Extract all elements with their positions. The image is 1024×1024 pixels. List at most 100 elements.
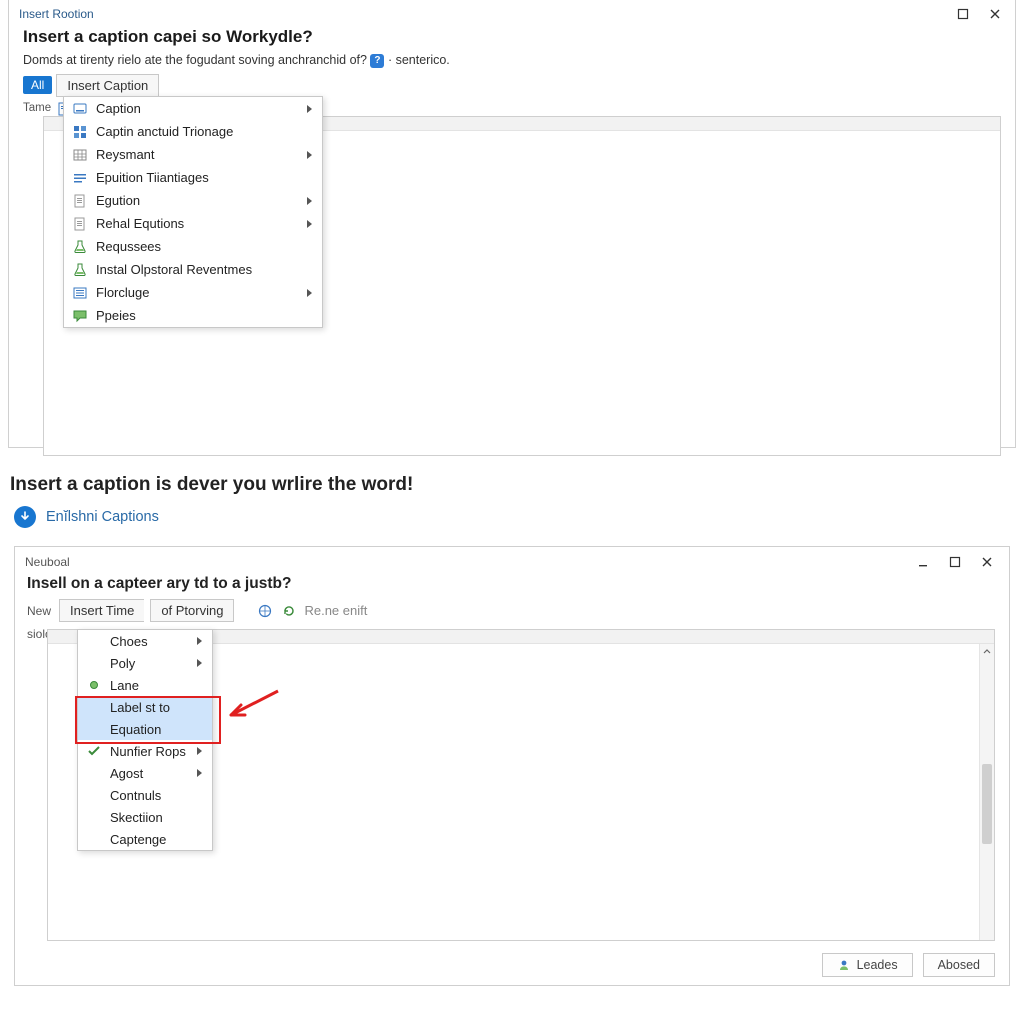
tab-of-ptorving[interactable]: of Ptorving xyxy=(150,599,234,622)
window-insert-caption: Insert Rootion Insert a caption capei so… xyxy=(8,0,1016,448)
chevron-right-icon xyxy=(197,637,202,645)
blank-icon xyxy=(86,787,102,803)
subtext-pre: Domds at tirenty rielo ate the fogudant … xyxy=(23,53,367,67)
menu-item[interactable]: Egution xyxy=(64,189,322,212)
person-icon xyxy=(837,958,851,972)
titlebar: Neuboal xyxy=(15,547,1009,573)
menu-item[interactable]: Nunfier Rops xyxy=(78,740,212,762)
tab-insert-caption[interactable]: Insert Caption xyxy=(56,74,159,97)
menu-item[interactable]: Florcluge xyxy=(64,281,322,304)
page-subtext: Domds at tirenty rielo ate the fogudant … xyxy=(9,51,1015,74)
scroll-thumb[interactable] xyxy=(982,764,992,844)
menu-item-label: Reysmant xyxy=(96,147,299,162)
menu-item[interactable]: Captenge xyxy=(78,828,212,850)
flask-icon xyxy=(72,239,88,255)
maximize-button[interactable] xyxy=(941,551,969,573)
insert-time-menu[interactable]: Choes Poly Lane Label st to Equation Nunfier … xyxy=(77,629,213,851)
blank-icon xyxy=(86,809,102,825)
close-button[interactable] xyxy=(973,551,1001,573)
minimize-icon xyxy=(917,556,929,568)
download-icon[interactable] xyxy=(14,506,36,528)
menu-item[interactable]: Label st to xyxy=(78,696,212,718)
list-icon xyxy=(72,285,88,301)
blank-icon xyxy=(86,831,102,847)
blank-icon xyxy=(86,699,102,715)
square-icon xyxy=(957,8,969,20)
scroll-up-button[interactable] xyxy=(980,644,994,659)
page-heading: Insert a caption capei so Workydle? xyxy=(9,25,1015,51)
menu-item[interactable]: Rehal Equtions xyxy=(64,212,322,235)
bubble-icon xyxy=(72,308,88,324)
menu-item[interactable]: Equation xyxy=(78,718,212,740)
maximize-button[interactable] xyxy=(949,3,977,25)
menu-item[interactable]: Poly xyxy=(78,652,212,674)
menu-item-label: Egution xyxy=(96,193,299,208)
menu-item-label: Epuition Tiiantiages xyxy=(96,170,312,185)
menu-item[interactable]: Reysmant xyxy=(64,143,322,166)
toolbar: All Insert Caption xyxy=(9,74,1015,99)
menu-item[interactable]: Captin anctuid Trionage xyxy=(64,120,322,143)
menu-item-label: Nunfier Rops xyxy=(110,744,189,759)
menu-item[interactable]: Instal Olpstoral Reventmes xyxy=(64,258,322,281)
menu-item[interactable]: Epuition Tiiantiages xyxy=(64,166,322,189)
menu-item[interactable]: Requssees xyxy=(64,235,322,258)
side-label: Tame xyxy=(23,102,51,114)
menu-item[interactable]: Choes xyxy=(78,630,212,652)
new-label: New xyxy=(27,604,51,618)
page-icon xyxy=(72,193,88,209)
flask-icon xyxy=(72,262,88,278)
menu-item-label: Agost xyxy=(110,766,189,781)
menu-item-label: Poly xyxy=(110,656,189,671)
minimize-button[interactable] xyxy=(909,551,937,573)
grid-icon xyxy=(72,124,88,140)
menu-item[interactable]: Agost xyxy=(78,762,212,784)
menu-item[interactable]: Skectiion xyxy=(78,806,212,828)
menu-item-label: Requssees xyxy=(96,239,312,254)
globe-icon[interactable] xyxy=(258,604,272,618)
link-text[interactable]: Enĭlshni Captions xyxy=(46,509,159,525)
close-button[interactable] xyxy=(981,3,1009,25)
callout-arrow-icon xyxy=(223,685,283,725)
menu-item-label: Equation xyxy=(110,722,202,737)
dot-icon xyxy=(86,677,102,693)
menu-item[interactable]: Contnuls xyxy=(78,784,212,806)
table-icon xyxy=(72,147,88,163)
button-label: Leades xyxy=(857,958,898,972)
info-icon[interactable]: ? xyxy=(370,54,384,68)
menu-item-label: Label st to xyxy=(110,700,202,715)
menu-item-label: Contnuls xyxy=(110,788,202,803)
refresh-icon[interactable] xyxy=(282,604,296,618)
window-title: Insert Rootion xyxy=(19,7,94,21)
close-icon xyxy=(989,8,1001,20)
filter-all-pill[interactable]: All xyxy=(23,76,52,94)
close-icon xyxy=(981,556,993,568)
menu-item-label: Caption xyxy=(96,101,299,116)
menu-item-label: Choes xyxy=(110,634,189,649)
chevron-right-icon xyxy=(307,220,312,228)
menu-item-label: Florcluge xyxy=(96,285,299,300)
insert-caption-menu[interactable]: Caption Captin anctuid Trionage Reysmant Ep… xyxy=(63,96,323,328)
tab-insert-time[interactable]: Insert Time xyxy=(59,599,144,622)
chevron-right-icon xyxy=(197,659,202,667)
menu-item[interactable]: Lane xyxy=(78,674,212,696)
blank-icon xyxy=(86,655,102,671)
chevron-right-icon xyxy=(307,197,312,205)
menu-item[interactable]: Caption xyxy=(64,97,322,120)
button-label: Abosed xyxy=(938,958,980,972)
menu-item-label: Captenge xyxy=(110,832,202,847)
abosed-button[interactable]: Abosed xyxy=(923,953,995,977)
vertical-scrollbar[interactable] xyxy=(979,644,994,940)
menu-item[interactable]: Ppeies xyxy=(64,304,322,327)
square-icon xyxy=(949,556,961,568)
dialog-footer: Leades Abosed xyxy=(822,953,995,977)
chevron-right-icon xyxy=(197,747,202,755)
section-heading: Insert a caption is dever you wrlire the… xyxy=(0,470,1024,506)
caption-icon xyxy=(72,101,88,117)
chevron-right-icon xyxy=(307,289,312,297)
extra-text: Re.ne enift xyxy=(304,603,367,618)
subtext-post: · senterico. xyxy=(388,53,450,67)
titlebar: Insert Rootion xyxy=(9,0,1015,25)
menu-item-label: Rehal Equtions xyxy=(96,216,299,231)
chevron-right-icon xyxy=(307,151,312,159)
leades-button[interactable]: Leades xyxy=(822,953,913,977)
